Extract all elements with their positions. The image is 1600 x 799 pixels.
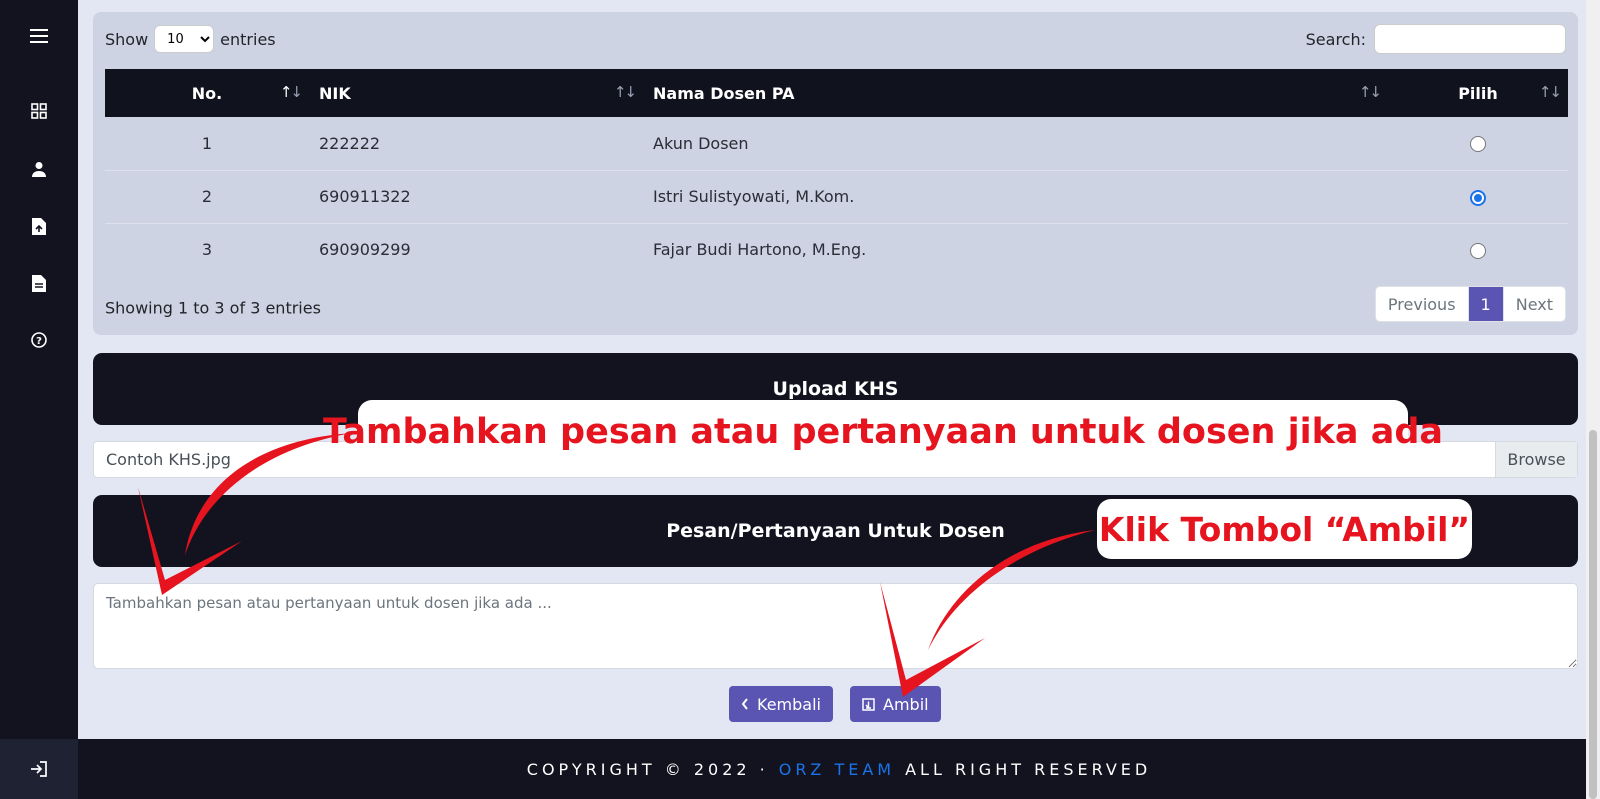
- table-search: Search:: [1306, 24, 1566, 54]
- dashboard-icon[interactable]: [27, 99, 51, 123]
- chevron-left-icon: [741, 698, 748, 710]
- table-header-row: No. ↑↓ NIK ↑↓ Nama Dosen PA ↑↓ Pilih ↑↓: [105, 69, 1568, 117]
- message-title: Pesan/Pertanyaan Untuk Dosen: [666, 520, 1005, 542]
- user-icon[interactable]: [27, 157, 51, 181]
- search-label: Search:: [1305, 29, 1366, 49]
- button-hint-callout: Klik Tombol “Ambil”: [1097, 499, 1472, 559]
- column-header-pilih[interactable]: Pilih ↑↓: [1388, 69, 1568, 117]
- cell-nik: 222222: [319, 133, 381, 153]
- dosen-table-card: Show 10 entries Search: No. ↑↓ NIK ↑↓ Nama…: [93, 12, 1578, 335]
- cell-nik: 690909299: [319, 240, 411, 260]
- entries-select[interactable]: 10: [154, 25, 215, 53]
- footer-team-link[interactable]: ORZ TEAM: [779, 760, 895, 779]
- pagination: Previous 1 Next: [1374, 286, 1566, 322]
- dosen-table: No. ↑↓ NIK ↑↓ Nama Dosen PA ↑↓ Pilih ↑↓ 1 22…: [105, 69, 1568, 276]
- help-icon[interactable]: ?: [27, 328, 51, 352]
- pilih-radio[interactable]: [1470, 242, 1486, 259]
- pilih-radio[interactable]: [1470, 189, 1486, 206]
- pilih-radio[interactable]: [1470, 136, 1486, 153]
- cell-no: 3: [201, 240, 213, 260]
- logout-button[interactable]: [0, 739, 78, 799]
- page-1-button[interactable]: 1: [1468, 287, 1504, 321]
- back-button[interactable]: Kembali: [729, 686, 833, 722]
- table-row: 1 222222 Akun Dosen: [105, 117, 1568, 170]
- scrollbar-thumb[interactable]: [1589, 430, 1597, 799]
- sort-icon: ↑↓: [279, 83, 303, 101]
- show-label: Show: [105, 29, 149, 49]
- page-scrollbar[interactable]: [1586, 0, 1600, 799]
- logout-icon: [31, 761, 47, 777]
- cell-no: 2: [201, 187, 213, 206]
- message-hint-callout: Tambahkan pesan atau pertanyaan untuk do…: [323, 400, 1443, 464]
- table-row: 3 690909299 Fajar Budi Hartono, M.Eng.: [105, 223, 1568, 276]
- footer-copyright: COPYRIGHT © 2022 ·: [526, 759, 769, 779]
- column-header-nama[interactable]: Nama Dosen PA ↑↓: [643, 69, 1388, 117]
- sort-icon: ↑↓: [1538, 83, 1562, 101]
- back-label: Kembali: [757, 694, 821, 714]
- take-label: Ambil: [883, 694, 929, 714]
- footer: COPYRIGHT © 2022 · ORZ TEAM ALL RIGHT RE…: [78, 739, 1600, 799]
- cell-nik: 690911322: [319, 187, 411, 206]
- take-icon: [862, 697, 875, 711]
- column-header-nik[interactable]: NIK ↑↓: [309, 69, 643, 117]
- menu-icon[interactable]: [27, 24, 51, 48]
- next-page-button[interactable]: Next: [1504, 287, 1565, 321]
- svg-text:?: ?: [36, 336, 42, 347]
- entries-length-control: Show 10 entries: [105, 24, 276, 54]
- cell-nama: Akun Dosen: [653, 133, 749, 153]
- table-row: 2 690911322 Istri Sulistyowati, M.Kom.: [105, 170, 1568, 223]
- cell-no: 1: [201, 133, 213, 153]
- entries-label: entries: [220, 29, 276, 49]
- sidebar: ?: [0, 0, 78, 799]
- file-upload-icon[interactable]: [27, 214, 51, 238]
- cell-nama: Fajar Budi Hartono, M.Eng.: [653, 240, 867, 260]
- previous-page-button[interactable]: Previous: [1376, 287, 1469, 321]
- search-input[interactable]: [1374, 24, 1566, 54]
- footer-rights: ALL RIGHT RESERVED: [905, 759, 1152, 779]
- column-header-no[interactable]: No. ↑↓: [105, 69, 309, 117]
- browse-button[interactable]: Browse: [1495, 442, 1577, 477]
- sort-icon: ↑↓: [613, 83, 637, 101]
- take-button[interactable]: Ambil: [850, 686, 941, 722]
- upload-khs-title: Upload KHS: [772, 378, 899, 400]
- message-textarea[interactable]: [93, 583, 1578, 669]
- cell-nama: Istri Sulistyowati, M.Kom.: [653, 187, 855, 206]
- table-info: Showing 1 to 3 of 3 entries: [105, 298, 321, 318]
- sort-icon: ↑↓: [1358, 83, 1382, 101]
- document-icon[interactable]: [27, 271, 51, 295]
